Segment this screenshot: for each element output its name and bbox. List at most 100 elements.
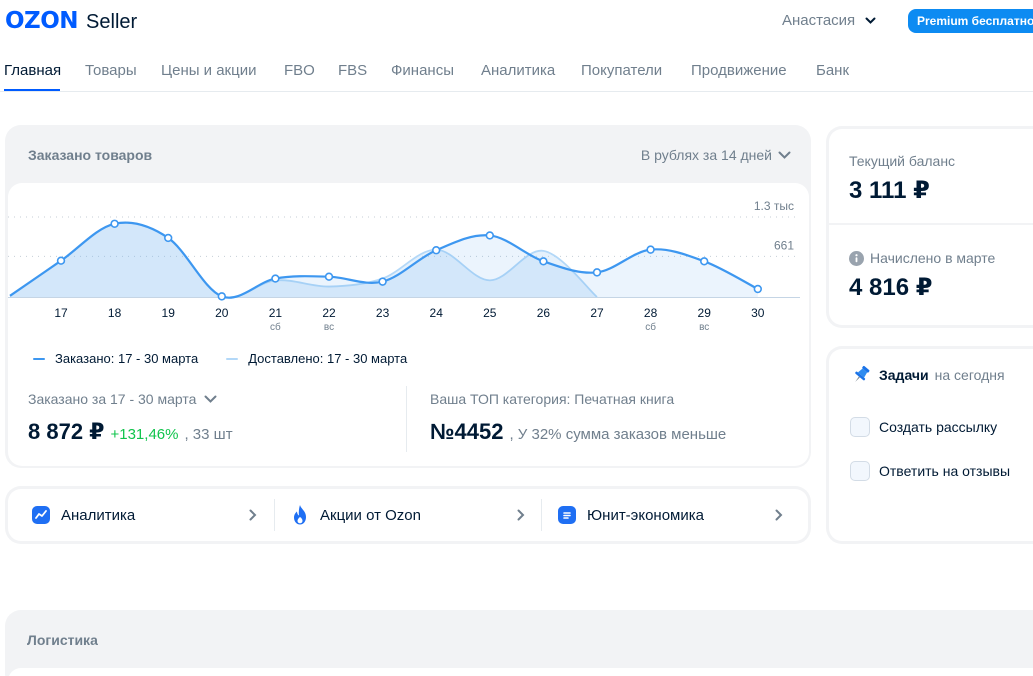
fire-icon [291,505,309,525]
main-nav: Главная Товары Цены и акции FBO FBS Фина… [0,60,1033,92]
x-tick-label: 18 [108,306,122,320]
tasks-header: Задачи на сегодня [851,365,1005,385]
top-category-note: , У 32% сумма заказов меньше [509,426,727,443]
quick-link-label: Аналитика [61,506,136,524]
period-select-label: В рублях за 14 дней [640,147,772,163]
quick-link-label: Акции от Ozon [320,506,421,524]
x-tick-label: 17 [54,306,68,320]
nav-item-bank[interactable]: Банк [816,62,849,79]
current-balance-value: 3 111 ₽ [849,177,930,204]
x-tick-label: 23 [376,306,390,320]
x-tick-label: 29 [698,306,712,320]
x-tick-label: 24 [430,306,444,320]
nav-item-fbs[interactable]: FBS [338,62,367,79]
pin-icon [855,365,870,382]
task-item[interactable]: Ответить на отзывы [850,461,1010,481]
legend-label-delivered: Доставлено: 17 - 30 марта [248,351,408,366]
x-tick-label: 28 [644,306,658,320]
quick-link-analytics[interactable]: Аналитика [32,489,286,541]
nav-item-fbo[interactable]: FBO [284,62,315,79]
legend-swatch-delivered [226,357,239,360]
data-point [699,257,709,266]
ozon-seller-logo[interactable]: OZON Seller [5,8,137,34]
task-label: Создать рассылку [879,419,998,435]
nav-item-products[interactable]: Товары [85,62,137,79]
top-category-label: Ваша ТОП категория: Печатная книга [430,391,675,407]
user-menu[interactable]: Анастасия [782,12,876,29]
quick-links-separator [541,499,542,531]
premium-button[interactable]: Premium бесплатно [908,9,1033,33]
chevron-down-icon [204,395,217,403]
orders-quantity: , 33 шт [184,426,233,443]
task-item[interactable]: Создать рассылку [850,417,997,437]
info-icon[interactable] [849,250,864,266]
task-checkbox[interactable] [850,461,870,481]
orders-title: Заказано товаров [28,147,153,163]
user-name: Анастасия [782,12,856,29]
data-point [432,246,441,255]
x-tick-label: 30 [751,306,765,320]
document-icon [558,506,576,524]
data-point [592,268,602,277]
data-point [217,292,227,301]
chevron-down-icon [865,17,876,24]
logistics-card: Логистика [5,610,1033,676]
x-tick-sublabel: вс [699,322,709,333]
x-tick-sublabel: вс [324,322,334,333]
y-tick-label: 1.3 тыс [754,199,794,213]
chart-panel: 1.3 тыс 661 17 18 19 20 21 сб 22 вс 23 24 25 26 27 28 сб… [8,183,809,466]
chevron-right-icon [249,509,257,521]
summary-period-select[interactable]: Заказано за 17 - 30 марта [28,391,233,407]
logistics-panel [8,668,1033,676]
summary-divider [406,386,407,452]
quick-link-label: Юнит-экономика [587,506,704,524]
legend-swatch-ordered [33,357,45,360]
tasks-subtitle: на сегодня [934,367,1005,383]
data-point [378,277,387,286]
data-point [56,256,66,265]
data-point [110,219,119,228]
task-label: Ответить на отзывы [879,463,1011,479]
period-select[interactable]: В рублях за 14 дней [641,147,791,163]
orders-summary: Заказано за 17 - 30 марта 8 872 ₽ +131,4… [28,391,233,445]
data-point [539,257,548,266]
nav-item-finance[interactable]: Финансы [391,62,454,79]
nav-item-home[interactable]: Главная [4,62,61,79]
y-tick-label: 661 [774,238,794,252]
nav-item-prices[interactable]: Цены и акции [161,62,256,79]
legend-item-delivered[interactable]: Доставлено: 17 - 30 марта [226,351,407,366]
data-point [646,245,655,254]
quick-link-unit-economics[interactable]: Юнит-экономика [558,489,794,541]
current-balance-panel[interactable]: Текущий баланс 3 111 ₽ [829,129,1033,223]
orders-chart: 1.3 тыс66117 18 19 20 21сб22вс23 24 25 26 27 28сб… [8,199,800,333]
nav-item-promotion[interactable]: Продвижение [691,62,787,79]
chevron-down-icon [778,151,791,159]
legend-item-ordered[interactable]: Заказано: 17 - 30 марта [33,351,198,366]
accrued-value: 4 816 ₽ [849,274,933,301]
chart-icon [32,506,50,524]
chart-legend: Заказано: 17 - 30 марта Доставлено: 17 -… [33,351,407,366]
orders-amount: 8 872 ₽ [28,419,105,444]
series-area-0 [10,222,758,298]
tasks-card: Задачи на сегодня Создать рассылку Ответ… [826,346,1033,544]
legend-label-ordered: Заказано: 17 - 30 марта [55,351,199,366]
task-checkbox[interactable] [850,417,870,437]
top-category-rank: №4452 [430,419,504,444]
nav-item-analytics[interactable]: Аналитика [481,62,555,79]
x-tick-label: 26 [537,306,551,320]
nav-item-customers[interactable]: Покупатели [581,62,662,79]
balance-card: Текущий баланс 3 111 ₽ Начислено в марте… [826,126,1033,328]
x-tick-label: 25 [483,306,497,320]
summary-label: Заказано за 17 - 30 марта [28,391,197,407]
x-tick-sublabel: сб [270,321,281,333]
data-point [164,233,173,243]
top-category: Ваша ТОП категория: Печатная книга №4452… [430,391,726,445]
x-tick-label: 27 [590,306,604,320]
chevron-right-icon [775,509,783,521]
quick-link-promotions[interactable]: Акции от Ozon [291,489,545,541]
x-tick-label: 20 [215,306,229,320]
x-tick-label: 22 [322,306,336,320]
chevron-right-icon [517,509,525,521]
logo-product: Seller [86,11,138,33]
accrued-panel[interactable]: Начислено в марте 4 816 ₽ [829,225,1033,325]
